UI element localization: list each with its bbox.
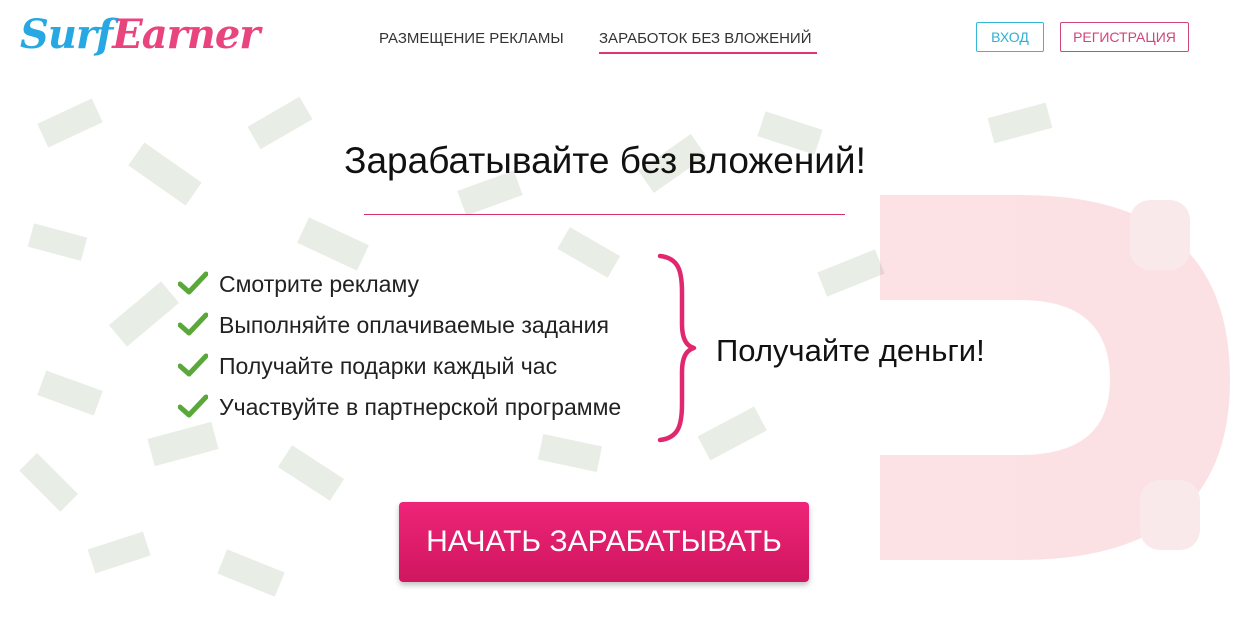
check-icon bbox=[178, 271, 208, 295]
site-header: SurfEarner РАЗМЕЩЕНИЕ РЕКЛАМЫ ЗАРАБОТОК … bbox=[0, 0, 1257, 80]
feature-text: Получайте подарки каждый час bbox=[219, 353, 558, 379]
curly-brace-icon bbox=[657, 253, 697, 443]
check-icon bbox=[178, 353, 208, 377]
result-text: Получайте деньги! bbox=[716, 333, 985, 368]
login-button[interactable]: ВХОД bbox=[976, 22, 1044, 52]
feature-text: Участвуйте в партнерской программе bbox=[219, 394, 622, 420]
start-earning-button[interactable]: НАЧАТЬ ЗАРАБАТЫВАТЬ bbox=[399, 502, 809, 582]
logo-part-earner: Earner bbox=[112, 11, 260, 58]
register-button[interactable]: РЕГИСТРАЦИЯ bbox=[1060, 22, 1189, 52]
magnet-icon bbox=[880, 195, 1230, 560]
active-nav-underline bbox=[599, 52, 817, 54]
site-logo[interactable]: SurfEarner bbox=[20, 8, 260, 62]
hero-divider bbox=[364, 214, 845, 215]
logo-part-surf: Surf bbox=[20, 11, 113, 58]
check-icon bbox=[178, 312, 208, 336]
feature-text: Смотрите рекламу bbox=[219, 271, 420, 297]
feature-text: Выполняйте оплачиваемые задания bbox=[219, 312, 609, 338]
check-icon bbox=[178, 394, 208, 418]
nav-link-ads-placement[interactable]: РАЗМЕЩЕНИЕ РЕКЛАМЫ bbox=[379, 29, 564, 49]
nav-link-earn-without-investment[interactable]: ЗАРАБОТОК БЕЗ ВЛОЖЕНИЙ bbox=[599, 29, 812, 49]
hero-title: Зарабатывайте без вложений! bbox=[344, 140, 866, 181]
